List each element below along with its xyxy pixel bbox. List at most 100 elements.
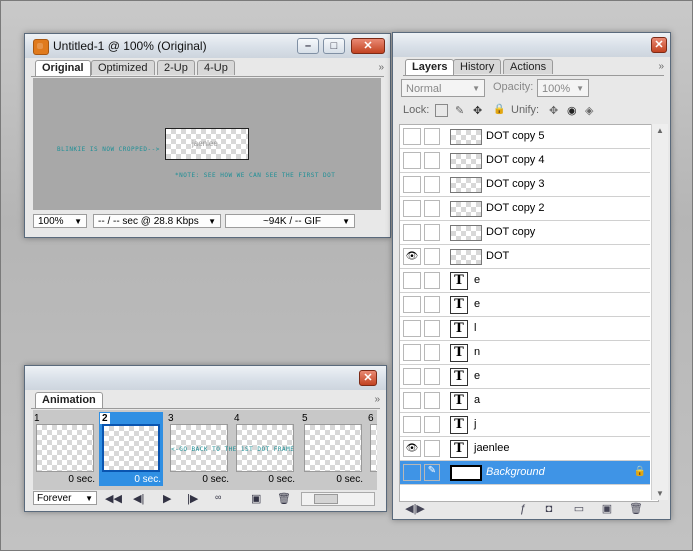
layer-row[interactable]: 👁 DOT xyxy=(400,245,650,269)
eye-icon[interactable]: 👁 xyxy=(403,440,421,457)
layers-titlebar[interactable]: ✕ xyxy=(393,33,670,57)
link-toggle[interactable] xyxy=(424,440,440,457)
link-toggle[interactable] xyxy=(424,176,440,193)
layer-row[interactable]: 👁 Tjaenlee xyxy=(400,437,650,461)
blend-mode-select[interactable]: Normal ▼ xyxy=(401,79,485,97)
file-size-select[interactable]: ~94K / -- GIF ▼ xyxy=(225,214,355,228)
layer-name[interactable]: DOT copy 5 xyxy=(486,130,545,142)
visibility-toggle[interactable] xyxy=(403,368,421,385)
layer-row[interactable]: Te xyxy=(400,365,650,389)
layer-row[interactable]: DOT copy 5 xyxy=(400,125,650,149)
tab-animation[interactable]: Animation xyxy=(35,392,103,408)
visibility-toggle[interactable] xyxy=(403,272,421,289)
visibility-toggle[interactable] xyxy=(403,392,421,409)
frame-1[interactable]: 1 0 sec. xyxy=(33,412,97,486)
link-toggle[interactable] xyxy=(424,296,440,313)
loop-select[interactable]: Forever ▼ xyxy=(33,491,97,505)
layer-row[interactable]: DOT copy 2 xyxy=(400,197,650,221)
lock-all-icon[interactable]: 🔒 xyxy=(493,104,505,115)
layer-name[interactable]: DOT copy 4 xyxy=(486,154,545,166)
visibility-toggle[interactable] xyxy=(403,464,421,481)
tab-2-up[interactable]: 2-Up xyxy=(157,60,195,75)
blinkie-image[interactable]: jaenlee xyxy=(165,128,249,160)
frame-delay[interactable]: 0 sec. xyxy=(336,474,363,485)
layer-row[interactable]: Ta xyxy=(400,389,650,413)
document-titlebar[interactable]: Untitled-1 @ 100% (Original) – □ ✕ xyxy=(25,34,390,58)
link-toggle[interactable] xyxy=(424,200,440,217)
layer-name[interactable]: n xyxy=(474,346,480,358)
tab-original[interactable]: Original xyxy=(35,60,91,76)
tab-optimized[interactable]: Optimized xyxy=(91,60,155,75)
duplicate-frame-icon[interactable]: ▣ xyxy=(251,492,261,505)
visibility-toggle[interactable] xyxy=(403,296,421,313)
visibility-toggle[interactable] xyxy=(403,344,421,361)
visibility-toggle[interactable] xyxy=(403,320,421,337)
layer-name[interactable]: DOT xyxy=(486,250,509,262)
link-toggle[interactable] xyxy=(424,344,440,361)
flyout-menu-icon[interactable]: » xyxy=(374,394,379,405)
layer-name[interactable]: l xyxy=(474,322,476,334)
animation-titlebar[interactable]: ✕ xyxy=(25,366,386,390)
link-toggle[interactable] xyxy=(424,368,440,385)
frames-scrollbar[interactable] xyxy=(301,492,375,506)
visibility-toggle[interactable] xyxy=(403,416,421,433)
link-toggle[interactable] xyxy=(424,248,440,265)
download-speed-select[interactable]: -- / -- sec @ 28.8 Kbps ▼ xyxy=(93,214,221,228)
link-toggle[interactable] xyxy=(424,152,440,169)
lock-move-icon[interactable]: ✥ xyxy=(473,104,482,117)
new-layer-icon[interactable]: ▣ xyxy=(601,503,613,515)
scroll-down-icon[interactable]: ▼ xyxy=(656,489,664,498)
tab-4-up[interactable]: 4-Up xyxy=(197,60,235,75)
link-toggle[interactable] xyxy=(424,128,440,145)
unify-position-icon[interactable]: ✥ xyxy=(549,104,558,117)
document-canvas[interactable]: BLINKIE IS NOW CROPPED--> jaenlee *NOTE:… xyxy=(33,78,381,210)
layer-name[interactable]: DOT copy xyxy=(486,226,535,238)
layer-name[interactable]: a xyxy=(474,394,480,406)
frame-6[interactable]: 6 xyxy=(367,412,377,486)
lock-paint-icon[interactable]: ✎ xyxy=(455,104,464,117)
unify-style-icon[interactable]: ◈ xyxy=(585,104,593,117)
frame-delay[interactable]: 0 sec. xyxy=(202,474,229,485)
next-frame-button[interactable]: |▶ xyxy=(187,492,198,505)
previous-frame-button[interactable]: ◀| xyxy=(133,492,144,505)
layer-row[interactable]: Te xyxy=(400,293,650,317)
link-toggle[interactable] xyxy=(424,416,440,433)
layer-row[interactable]: DOT copy 3 xyxy=(400,173,650,197)
flyout-menu-icon[interactable]: » xyxy=(658,61,663,72)
visibility-toggle[interactable] xyxy=(403,152,421,169)
layer-name[interactable]: e xyxy=(474,298,480,310)
layer-name[interactable]: DOT copy 2 xyxy=(486,202,545,214)
first-frame-button[interactable]: ◀◀ xyxy=(105,492,122,505)
layer-row[interactable]: Tj xyxy=(400,413,650,437)
layer-name[interactable]: e xyxy=(474,274,480,286)
close-button[interactable]: ✕ xyxy=(351,38,385,54)
visibility-toggle[interactable] xyxy=(403,176,421,193)
zoom-select[interactable]: 100% ▼ xyxy=(33,214,87,228)
opacity-field[interactable]: 100% ▼ xyxy=(537,79,589,97)
eye-icon[interactable]: 👁 xyxy=(403,248,421,265)
tab-history[interactable]: History xyxy=(453,59,502,74)
layer-name[interactable]: jaenlee xyxy=(474,442,509,454)
tab-actions[interactable]: Actions xyxy=(503,59,554,74)
layer-name[interactable]: e xyxy=(474,370,480,382)
layer-row[interactable]: Tl xyxy=(400,317,650,341)
add-mask-icon[interactable]: ◘ xyxy=(543,503,555,515)
frame-delay[interactable]: 0 sec. xyxy=(134,474,161,485)
visibility-toggle[interactable] xyxy=(403,128,421,145)
frame-5[interactable]: 5 0 sec. xyxy=(301,412,365,486)
delete-layer-icon[interactable]: 🗑 xyxy=(629,503,643,515)
tab-layers[interactable]: Layers xyxy=(405,59,455,75)
layer-name[interactable]: Background xyxy=(486,466,545,478)
layer-name[interactable]: DOT copy 3 xyxy=(486,178,545,190)
tween-icon[interactable]: ∞ xyxy=(215,492,221,502)
link-toggle[interactable] xyxy=(424,392,440,409)
link-toggle[interactable] xyxy=(424,320,440,337)
visibility-toggle[interactable] xyxy=(403,224,421,241)
layers-scrollbar[interactable]: ▲ ▼ xyxy=(651,124,668,500)
layers-close-button[interactable]: ✕ xyxy=(651,37,667,53)
link-toggle[interactable] xyxy=(424,272,440,289)
layer-name[interactable]: j xyxy=(474,418,476,430)
delete-frame-icon[interactable]: 🗑 xyxy=(277,492,291,505)
frame-delay[interactable]: 0 sec. xyxy=(68,474,95,485)
play-button[interactable]: ▶ xyxy=(163,492,171,505)
